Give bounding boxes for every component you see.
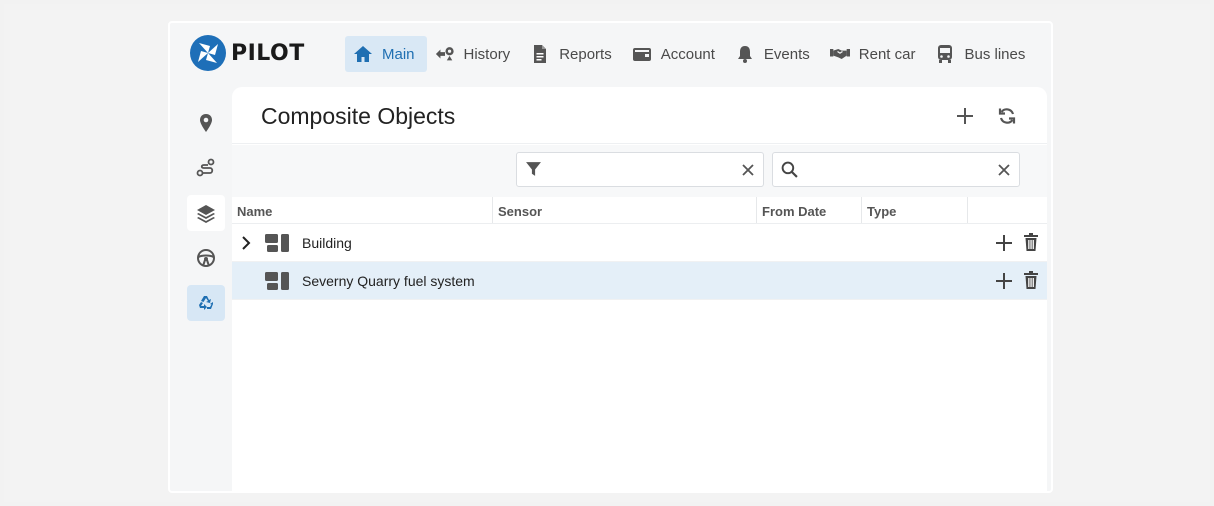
left-sidebar xyxy=(187,105,225,330)
add-object-button[interactable] xyxy=(952,103,978,129)
map-marker-icon xyxy=(200,114,212,132)
composite-object-icon xyxy=(265,272,291,290)
chevron-right-icon xyxy=(242,236,251,250)
filter-input[interactable] xyxy=(549,161,733,178)
column-header-sensor[interactable]: Sensor xyxy=(493,197,757,223)
nav-bus-lines[interactable]: Bus lines xyxy=(927,36,1037,72)
search-field xyxy=(772,152,1020,187)
column-header-name[interactable]: Name xyxy=(232,197,493,223)
filter-toolbar xyxy=(232,145,1047,197)
objects-table: Name Sensor From Date Type Building Seve… xyxy=(232,197,1047,300)
filter-field xyxy=(516,152,764,187)
main-nav: Main History Reports Account Events Rent… xyxy=(345,36,1037,72)
nav-rent-car-label: Rent car xyxy=(858,45,916,63)
nav-account-label: Account xyxy=(660,45,715,63)
refresh-button[interactable] xyxy=(994,103,1020,129)
nav-account[interactable]: Account xyxy=(624,36,727,72)
plus-icon xyxy=(996,235,1012,251)
column-header-type[interactable]: Type xyxy=(862,197,968,223)
panel-header: Composite Objects xyxy=(232,87,1047,144)
nav-history[interactable]: History xyxy=(427,36,523,72)
nav-events-label: Events xyxy=(763,45,810,63)
nav-main-label: Main xyxy=(382,45,415,63)
route-icon xyxy=(196,158,215,177)
logo[interactable]: PILOT xyxy=(190,35,305,71)
trash-icon xyxy=(1024,271,1038,289)
delete-button[interactable] xyxy=(1021,232,1041,252)
row-name: Building xyxy=(302,235,352,251)
table-row[interactable]: Building xyxy=(232,224,1047,262)
app-window: PILOT Main History Reports Account Event… xyxy=(168,21,1053,493)
page-title: Composite Objects xyxy=(261,103,456,129)
recycle-icon xyxy=(199,296,213,310)
row-name: Severny Quarry fuel system xyxy=(302,273,475,289)
clear-search-button[interactable] xyxy=(989,163,1019,176)
add-child-button[interactable] xyxy=(994,271,1014,291)
screen-frame: PILOT Main History Reports Account Event… xyxy=(4,4,1210,502)
sidebar-item-map[interactable] xyxy=(187,105,225,141)
report-icon xyxy=(529,44,551,64)
column-header-actions xyxy=(968,197,1047,223)
bus-icon xyxy=(934,44,956,64)
clear-filter-button[interactable] xyxy=(733,163,763,176)
sidebar-item-drivers[interactable] xyxy=(187,240,225,276)
plus-icon xyxy=(996,273,1012,289)
sidebar-item-layers[interactable] xyxy=(187,195,225,231)
refresh-icon xyxy=(998,108,1016,124)
table-header: Name Sensor From Date Type xyxy=(232,197,1047,224)
brand-name: PILOT xyxy=(231,40,305,66)
nav-history-label: History xyxy=(463,45,511,63)
top-bar: PILOT Main History Reports Account Event… xyxy=(170,23,1051,85)
nav-main[interactable]: Main xyxy=(345,36,427,72)
handshake-icon xyxy=(829,44,851,64)
expand-row-button[interactable] xyxy=(239,235,253,251)
history-icon xyxy=(434,44,456,64)
close-icon xyxy=(998,163,1010,176)
pilot-logo-icon xyxy=(190,35,226,71)
column-header-from-date[interactable]: From Date xyxy=(757,197,862,223)
layers-icon xyxy=(197,205,215,223)
composite-objects-panel: Composite Objects Name Sensor From Date … xyxy=(232,87,1047,491)
composite-object-icon xyxy=(265,234,291,252)
search-icon xyxy=(773,161,805,178)
table-row[interactable]: Severny Quarry fuel system xyxy=(232,262,1047,300)
delete-button[interactable] xyxy=(1021,270,1041,290)
plus-icon xyxy=(957,108,973,124)
nav-bus-lines-label: Bus lines xyxy=(964,45,1026,63)
nav-reports[interactable]: Reports xyxy=(522,36,624,72)
nav-events[interactable]: Events xyxy=(727,36,822,72)
nav-rent-car[interactable]: Rent car xyxy=(822,36,928,72)
sidebar-item-composite-objects[interactable] xyxy=(187,285,225,321)
steering-wheel-icon xyxy=(197,249,215,267)
home-icon xyxy=(352,44,374,64)
sidebar-item-routes[interactable] xyxy=(187,150,225,186)
nav-reports-label: Reports xyxy=(559,45,612,63)
filter-icon xyxy=(517,161,549,178)
search-input[interactable] xyxy=(805,161,989,178)
wallet-icon xyxy=(631,44,653,64)
trash-icon xyxy=(1024,233,1038,251)
bell-icon xyxy=(734,44,756,64)
add-child-button[interactable] xyxy=(994,233,1014,253)
close-icon xyxy=(742,163,754,176)
